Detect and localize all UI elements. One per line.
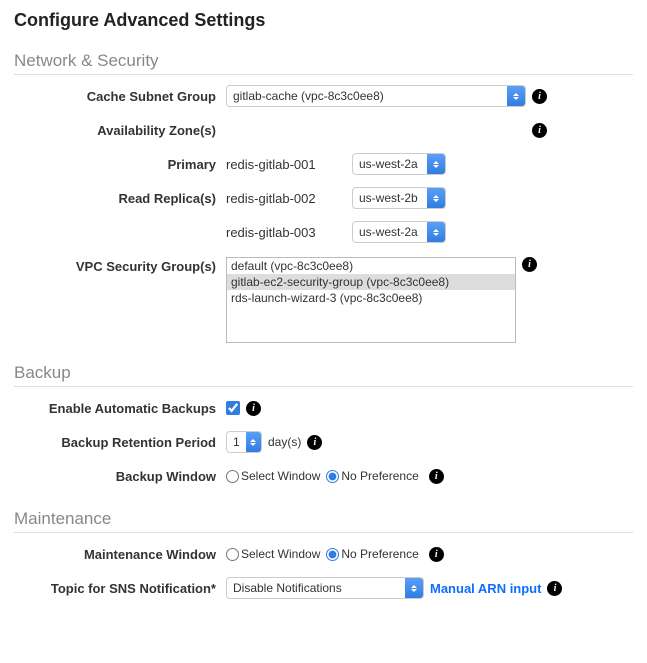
maintenance-window-nopref-label: No Preference [341, 547, 418, 561]
zone-value: us-west-2b [359, 191, 418, 205]
security-group-option[interactable]: default (vpc-8c3c0ee8) [227, 258, 515, 274]
info-icon[interactable]: i [429, 469, 444, 484]
backup-window-nopref-label: No Preference [341, 469, 418, 483]
retention-label: Backup Retention Period [14, 435, 226, 450]
page-title: Configure Advanced Settings [14, 10, 633, 31]
cache-subnet-label: Cache Subnet Group [14, 89, 226, 104]
chevron-updown-icon [246, 432, 261, 452]
sns-topic-select[interactable]: Disable Notifications [226, 577, 424, 599]
primary-label: Primary [14, 157, 226, 172]
chevron-updown-icon [427, 222, 445, 242]
maintenance-window-select-radio[interactable] [226, 548, 239, 561]
replica-zone-select[interactable]: us-west-2b [352, 187, 446, 209]
node-name: redis-gitlab-003 [226, 225, 346, 240]
chevron-updown-icon [427, 154, 445, 174]
maintenance-window-nopref-radio[interactable] [326, 548, 339, 561]
node-name: redis-gitlab-002 [226, 191, 346, 206]
cache-subnet-select[interactable]: gitlab-cache (vpc-8c3c0ee8) [226, 85, 526, 107]
manual-arn-link[interactable]: Manual ARN input [430, 581, 541, 596]
zone-value: us-west-2a [359, 157, 418, 171]
sns-topic-label: Topic for SNS Notification* [14, 581, 226, 596]
backup-window-label: Backup Window [14, 469, 226, 484]
zone-value: us-west-2a [359, 225, 418, 239]
info-icon[interactable]: i [429, 547, 444, 562]
chevron-updown-icon [405, 578, 423, 598]
security-group-option[interactable]: rds-launch-wizard-3 (vpc-8c3c0ee8) [227, 290, 515, 306]
backup-window-nopref-radio[interactable] [326, 470, 339, 483]
availability-zone-label: Availability Zone(s) [14, 123, 226, 138]
info-icon[interactable]: i [547, 581, 562, 596]
enable-backups-label: Enable Automatic Backups [14, 401, 226, 416]
backup-window-select-radio[interactable] [226, 470, 239, 483]
node-name: redis-gitlab-001 [226, 157, 346, 172]
maintenance-window-select-label: Select Window [241, 547, 320, 561]
chevron-updown-icon [507, 86, 525, 106]
maintenance-window-label: Maintenance Window [14, 547, 226, 562]
enable-backups-checkbox[interactable] [226, 401, 240, 415]
section-header-backup: Backup [14, 363, 633, 387]
sns-topic-value: Disable Notifications [233, 581, 342, 595]
security-group-listbox[interactable]: default (vpc-8c3c0ee8) gitlab-ec2-securi… [226, 257, 516, 343]
section-header-network: Network & Security [14, 51, 633, 75]
info-icon[interactable]: i [522, 257, 537, 272]
info-icon[interactable]: i [246, 401, 261, 416]
info-icon[interactable]: i [307, 435, 322, 450]
retention-select[interactable]: 1 [226, 431, 262, 453]
cache-subnet-value: gitlab-cache (vpc-8c3c0ee8) [233, 89, 384, 103]
primary-zone-select[interactable]: us-west-2a [352, 153, 446, 175]
security-group-label: VPC Security Group(s) [14, 257, 226, 274]
chevron-updown-icon [427, 188, 445, 208]
section-header-maintenance: Maintenance [14, 509, 633, 533]
read-replica-label: Read Replica(s) [14, 191, 226, 206]
backup-window-select-label: Select Window [241, 469, 320, 483]
info-icon[interactable]: i [532, 123, 547, 138]
replica-zone-select[interactable]: us-west-2a [352, 221, 446, 243]
retention-unit: day(s) [268, 435, 301, 449]
retention-value: 1 [233, 435, 240, 449]
info-icon[interactable]: i [532, 89, 547, 104]
security-group-option[interactable]: gitlab-ec2-security-group (vpc-8c3c0ee8) [227, 274, 515, 290]
